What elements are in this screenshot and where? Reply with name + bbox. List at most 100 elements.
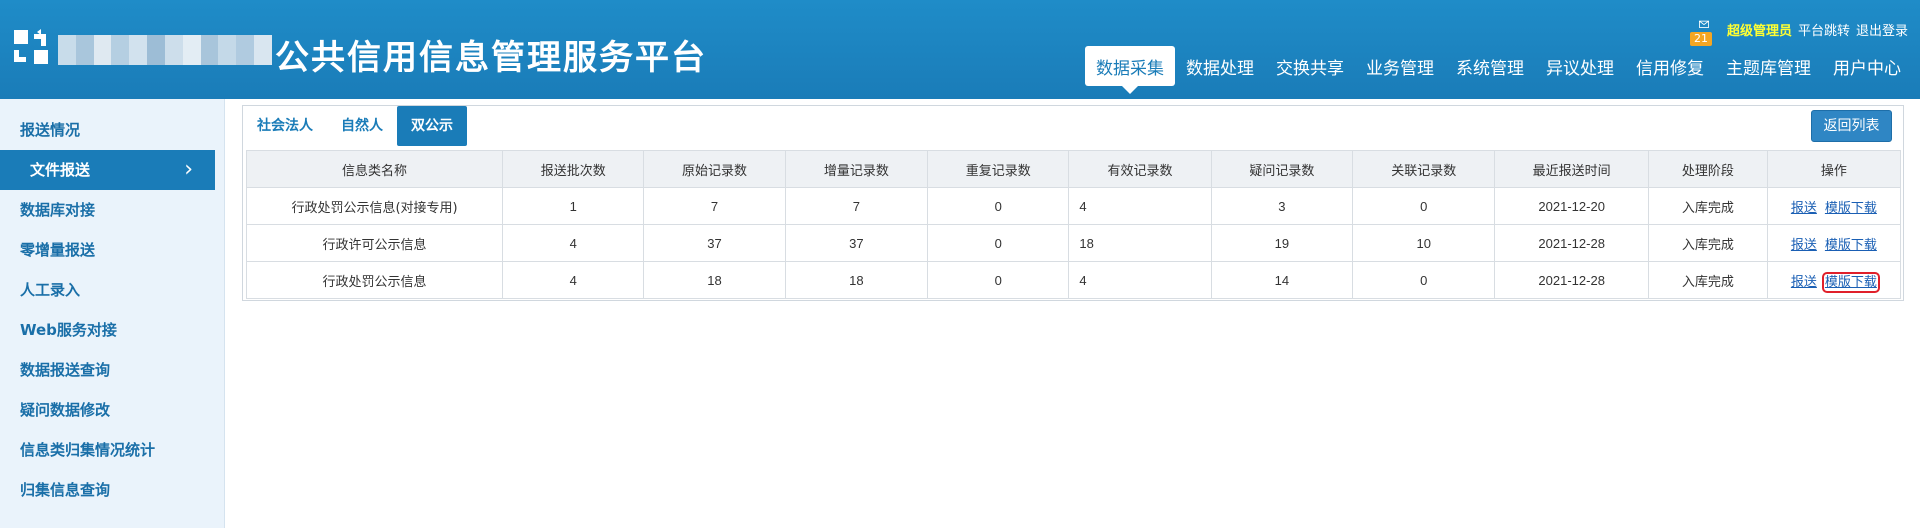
cell-last-time: 2021-12-28 — [1494, 261, 1649, 299]
column-header: 信息类名称 — [245, 150, 504, 188]
cell-linked: 0 — [1352, 187, 1496, 225]
sidebar-item-manual-entry[interactable]: 人工录入 — [0, 270, 224, 310]
column-header: 处理阶段 — [1647, 150, 1768, 188]
cell-incremental: 37 — [784, 224, 929, 262]
cell-original: 7 — [643, 187, 786, 225]
cell-duplicate: 0 — [927, 261, 1070, 299]
column-header: 增量记录数 — [784, 150, 929, 188]
column-header: 最近报送时间 — [1494, 150, 1649, 188]
site-title: 公共信用信息管理服务平台 — [275, 38, 707, 78]
cell-operations: 报送 模版下载 — [1766, 261, 1902, 299]
nav-user-center[interactable]: 用户中心 — [1822, 46, 1912, 86]
cell-linked: 0 — [1352, 261, 1496, 299]
sidebar-item-label: 人工录入 — [20, 281, 81, 299]
column-header: 操作 — [1766, 150, 1902, 188]
column-header: 原始记录数 — [643, 150, 786, 188]
nav-objection-handling[interactable]: 异议处理 — [1535, 46, 1625, 86]
mail-count-badge: 21 — [1690, 32, 1712, 46]
cell-name: 行政处罚公示信息(对接专用) — [245, 187, 504, 225]
nav-theme-library[interactable]: 主题库管理 — [1715, 46, 1822, 86]
sidebar-item-database-link[interactable]: 数据库对接 — [0, 190, 224, 230]
nav-business-management[interactable]: 业务管理 — [1355, 46, 1445, 86]
user-bar: 超级管理员 平台跳转 退出登录 — [1727, 20, 1908, 39]
sidebar-item-label: 疑问数据修改 — [20, 401, 111, 419]
cell-stage: 入库完成 — [1647, 224, 1768, 262]
sidebar-item-label: 数据库对接 — [20, 201, 96, 219]
chevron-right-icon: › — [184, 157, 193, 182]
nav-data-processing[interactable]: 数据处理 — [1175, 46, 1265, 86]
column-header: 有效记录数 — [1068, 150, 1212, 188]
nav-credit-repair[interactable]: 信用修复 — [1625, 46, 1715, 86]
sidebar-item-collection-stats[interactable]: 信息类归集情况统计 — [0, 430, 224, 470]
cell-incremental: 18 — [784, 261, 929, 299]
platform-logo-icon — [14, 29, 48, 64]
info-class-table: 信息类名称 报送批次数 原始记录数 增量记录数 重复记录数 有效记录数 疑问记录… — [245, 150, 1902, 299]
cell-linked: 10 — [1352, 224, 1496, 262]
template-download-link[interactable]: 模版下载 — [1825, 238, 1877, 253]
tab-double-publicity[interactable]: 双公示 — [397, 106, 467, 146]
table-header-row: 信息类名称 报送批次数 原始记录数 增量记录数 重复记录数 有效记录数 疑问记录… — [245, 150, 1902, 188]
submit-link[interactable]: 报送 — [1791, 238, 1817, 253]
sidebar-item-web-service[interactable]: Web服务对接 — [0, 310, 224, 350]
table-row: 行政处罚公示信息 4 18 18 0 4 14 0 2021-12-28 入库完… — [245, 261, 1902, 299]
cell-questionable: 3 — [1210, 187, 1354, 225]
column-header: 报送批次数 — [502, 150, 645, 188]
submit-link[interactable]: 报送 — [1791, 201, 1817, 216]
user-name[interactable]: 超级管理员 — [1727, 20, 1792, 39]
cell-last-time: 2021-12-28 — [1494, 224, 1649, 262]
cell-original: 18 — [643, 261, 786, 299]
cell-batches: 4 — [502, 224, 645, 262]
cell-valid: 4 — [1068, 187, 1212, 225]
sidebar-item-submission-status[interactable]: 报送情况 — [0, 110, 224, 150]
cell-valid: 4 — [1068, 261, 1212, 299]
sidebar-item-zero-increment[interactable]: 零增量报送 — [0, 230, 224, 270]
nav-data-collection[interactable]: 数据采集 — [1085, 46, 1175, 94]
sidebar-item-questionable-edit[interactable]: 疑问数据修改 — [0, 390, 224, 430]
main-panel: 社会法人 自然人 双公示 返回列表 信息类名称 报送批次数 原始记录数 增量记录… — [242, 105, 1904, 301]
column-header: 疑问记录数 — [1210, 150, 1354, 188]
cell-original: 37 — [643, 224, 786, 262]
cell-operations: 报送 模版下载 — [1766, 187, 1902, 225]
sidebar-item-label: 零增量报送 — [20, 241, 96, 259]
tab-bar: 社会法人 自然人 双公示 — [243, 106, 467, 146]
cell-questionable: 14 — [1210, 261, 1354, 299]
logout-link[interactable]: 退出登录 — [1856, 20, 1908, 39]
sidebar-item-label: 归集信息查询 — [20, 481, 111, 499]
nav-system-management[interactable]: 系统管理 — [1445, 46, 1535, 86]
cell-operations: 报送 模版下载 — [1766, 224, 1902, 262]
column-header: 重复记录数 — [927, 150, 1070, 188]
cell-batches: 4 — [502, 261, 645, 299]
cell-batches: 1 — [502, 187, 645, 225]
column-header: 关联记录数 — [1352, 150, 1496, 188]
cell-stage: 入库完成 — [1647, 261, 1768, 299]
main-nav: 数据采集 数据处理 交换共享 业务管理 系统管理 异议处理 信用修复 主题库管理… — [1085, 46, 1912, 94]
cell-duplicate: 0 — [927, 187, 1070, 225]
cell-duplicate: 0 — [927, 224, 1070, 262]
platform-switch-link[interactable]: 平台跳转 — [1798, 20, 1850, 39]
tab-legal-person[interactable]: 社会法人 — [243, 106, 327, 146]
cell-name: 行政处罚公示信息 — [245, 261, 504, 299]
nav-exchange-sharing[interactable]: 交换共享 — [1265, 46, 1355, 86]
back-to-list-button[interactable]: 返回列表 — [1811, 110, 1892, 142]
cell-last-time: 2021-12-20 — [1494, 187, 1649, 225]
sidebar-item-submission-query[interactable]: 数据报送查询 — [0, 350, 224, 390]
sidebar-item-label: 数据报送查询 — [20, 361, 111, 379]
submit-link[interactable]: 报送 — [1791, 275, 1817, 290]
sidebar-item-file-submission[interactable]: 文件报送 › — [0, 150, 215, 190]
table-row: 行政许可公示信息 4 37 37 0 18 19 10 2021-12-28 入… — [245, 224, 1902, 262]
sidebar-item-label: 文件报送 — [30, 161, 91, 179]
cell-incremental: 7 — [784, 187, 929, 225]
cell-name: 行政许可公示信息 — [245, 224, 504, 262]
table-row: 行政处罚公示信息(对接专用) 1 7 7 0 4 3 0 2021-12-20 … — [245, 187, 1902, 225]
blurred-region-name — [58, 35, 272, 65]
cell-stage: 入库完成 — [1647, 187, 1768, 225]
tab-natural-person[interactable]: 自然人 — [327, 106, 397, 146]
sidebar-item-label: 信息类归集情况统计 — [20, 441, 156, 459]
cell-questionable: 19 — [1210, 224, 1354, 262]
sidebar: 报送情况 文件报送 › 数据库对接 零增量报送 人工录入 Web服务对接 数据报送… — [0, 99, 225, 528]
sidebar-item-label: Web服务对接 — [20, 321, 117, 339]
sidebar-item-collection-query[interactable]: 归集信息查询 — [0, 470, 224, 510]
sidebar-item-label: 报送情况 — [20, 121, 81, 139]
template-download-link[interactable]: 模版下载 — [1821, 271, 1880, 293]
template-download-link[interactable]: 模版下载 — [1825, 201, 1877, 216]
